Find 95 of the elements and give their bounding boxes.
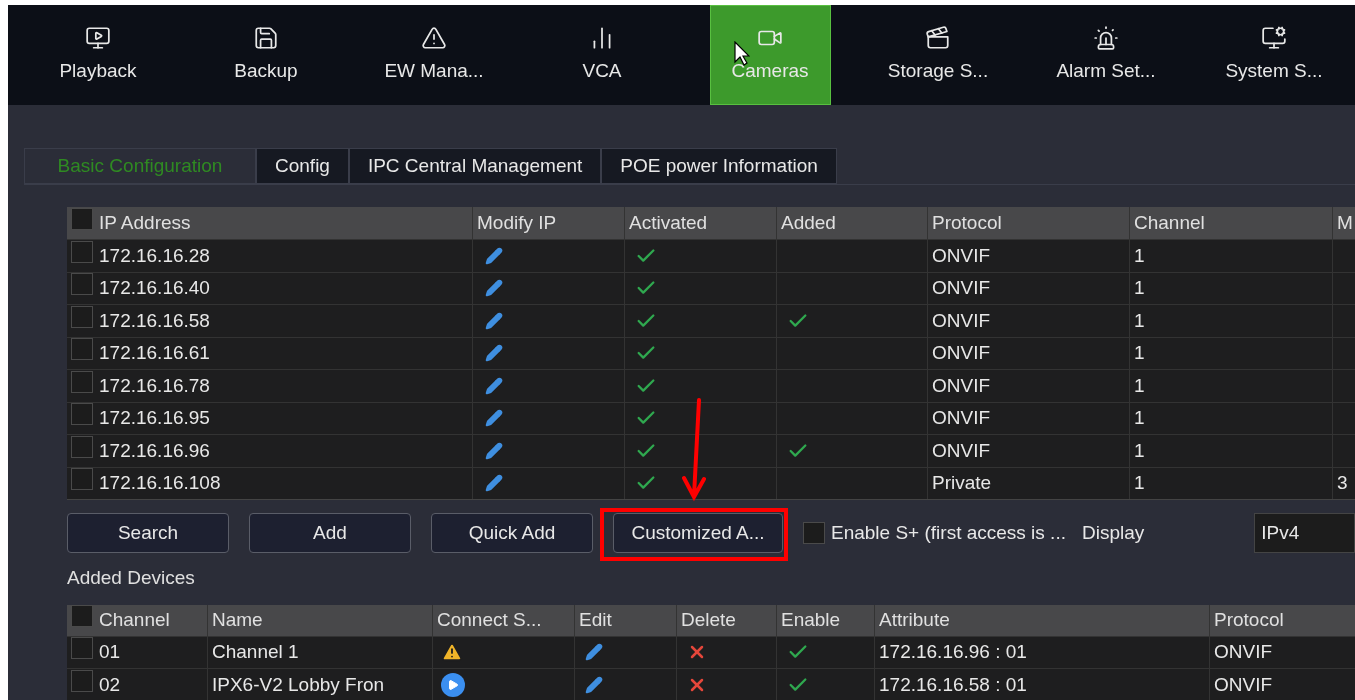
checkbox-label: Enable S+ (first access is ... (831, 520, 1066, 545)
action-button[interactable]: Add (249, 513, 411, 553)
column-header: M (1337, 210, 1353, 235)
play-icon[interactable] (441, 672, 465, 697)
siren-icon (1093, 24, 1119, 51)
table-cell-text: 172.16.16.96 : 01 (879, 640, 1027, 664)
checkbox[interactable] (71, 468, 93, 490)
table-cell-text: 172.16.16.78 (99, 373, 210, 398)
table-cell-text: ONVIF (932, 308, 991, 333)
tab[interactable]: POE power Information (601, 148, 837, 184)
column-header: Edit (579, 607, 612, 632)
display-select[interactable]: IPv4 (1254, 513, 1355, 553)
table-cell-text: 172.16.16.95 (99, 406, 210, 430)
checkbox[interactable] (71, 403, 93, 425)
pencil-icon[interactable] (485, 246, 503, 265)
nav-tab[interactable]: Alarm Set... (1045, 5, 1167, 105)
column-header: Channel (99, 607, 170, 632)
select-all-checkbox[interactable] (71, 604, 93, 627)
checkbox[interactable] (71, 370, 93, 393)
table-cell-text: 172.16.16.28 (99, 243, 210, 268)
display-label: Display (1081, 520, 1145, 545)
table-cell-text: 3 (1337, 471, 1348, 495)
pencil-icon[interactable] (485, 344, 503, 363)
monitor-play-icon (85, 24, 111, 51)
nav-tab[interactable]: System S... (1213, 5, 1335, 105)
pencil-icon[interactable] (585, 675, 603, 694)
column-header: Name (212, 607, 263, 632)
table-cell-text: ONVIF (932, 341, 991, 365)
pencil-icon[interactable] (485, 376, 503, 395)
column-header: Protocol (932, 210, 1002, 235)
table-cell-text: 1 (1134, 438, 1145, 463)
pencil-icon[interactable] (485, 441, 503, 460)
table-cell-text: ONVIF (932, 276, 991, 300)
table-cell-text: 1 (1134, 341, 1145, 365)
table-cell-text: 172.16.16.58 (99, 308, 210, 333)
column-header: IP Address (99, 210, 191, 235)
nav-tab[interactable]: Playback (37, 5, 159, 105)
action-button[interactable]: Quick Add (431, 513, 593, 553)
column-header: Added (781, 210, 836, 235)
table-cell-text: ONVIF (932, 373, 991, 398)
table-cell-text: ONVIF (1214, 672, 1273, 697)
column-header: Connect S... (437, 607, 542, 632)
table-cell-text: 172.16.16.96 (99, 438, 210, 463)
checkbox[interactable] (71, 669, 93, 692)
table-cell-text: 172.16.16.108 (99, 471, 221, 495)
tab[interactable]: IPC Central Management (348, 148, 602, 184)
table-cell-text: 172.16.16.61 (99, 341, 210, 365)
table-cell-text: 1 (1134, 276, 1145, 300)
checkbox[interactable] (71, 338, 93, 360)
tab[interactable]: Config (256, 148, 349, 184)
table-cell-text: Private (932, 471, 992, 495)
table-cell-text: 1 (1134, 406, 1145, 430)
table-cell-text: 1 (1134, 243, 1145, 268)
checkbox[interactable] (71, 637, 93, 659)
table-cell-text: ONVIF (932, 406, 991, 430)
nav-tab[interactable]: EW Mana... (373, 5, 495, 105)
monitor-gear-icon (1261, 24, 1287, 51)
checkbox[interactable] (803, 522, 825, 544)
table-cell-text: 02 (99, 672, 121, 697)
nav-tab[interactable]: Storage S... (877, 5, 999, 105)
table-cell-text: 1 (1134, 373, 1145, 398)
clapperboard-icon (925, 24, 951, 51)
column-header: Protocol (1214, 607, 1284, 632)
pencil-icon[interactable] (585, 643, 603, 662)
pencil-icon[interactable] (485, 279, 503, 298)
table-cell-text: IPX6-V2 Lobby Fron (212, 672, 385, 697)
column-header: Modify IP (477, 210, 557, 235)
warning-icon (421, 24, 447, 51)
column-header: Channel (1134, 210, 1205, 235)
pencil-icon[interactable] (485, 474, 503, 493)
table-cell-text: 1 (1134, 308, 1145, 333)
checkbox[interactable] (71, 435, 93, 458)
select-all-checkbox[interactable] (71, 207, 93, 230)
nav-tab[interactable]: Backup (205, 5, 327, 105)
table-cell-text: Channel 1 (212, 640, 299, 664)
table-cell-text: ONVIF (1214, 640, 1273, 664)
table-cell-text: 172.16.16.40 (99, 276, 210, 300)
checkbox[interactable] (71, 273, 93, 295)
table-cell-text: 172.16.16.58 : 01 (879, 672, 1027, 697)
nav-tab[interactable]: VCA (541, 5, 663, 105)
table-cell-text: 1 (1134, 471, 1145, 495)
checkbox[interactable] (71, 305, 93, 328)
table-cell-text: ONVIF (932, 438, 991, 463)
column-header: Activated (629, 210, 708, 235)
column-header: Enable (781, 607, 841, 632)
section-title: Added Devices (67, 566, 195, 590)
column-header: Attribute (879, 607, 950, 632)
pencil-icon[interactable] (485, 409, 503, 428)
pencil-icon[interactable] (485, 311, 503, 330)
table-cell-text: 01 (99, 640, 121, 664)
checkbox[interactable] (71, 240, 93, 263)
column-header: Delete (681, 607, 736, 632)
table-cell-text: ONVIF (932, 243, 991, 268)
action-button[interactable]: Search (67, 513, 229, 553)
action-button[interactable]: Customized A... (613, 513, 783, 553)
